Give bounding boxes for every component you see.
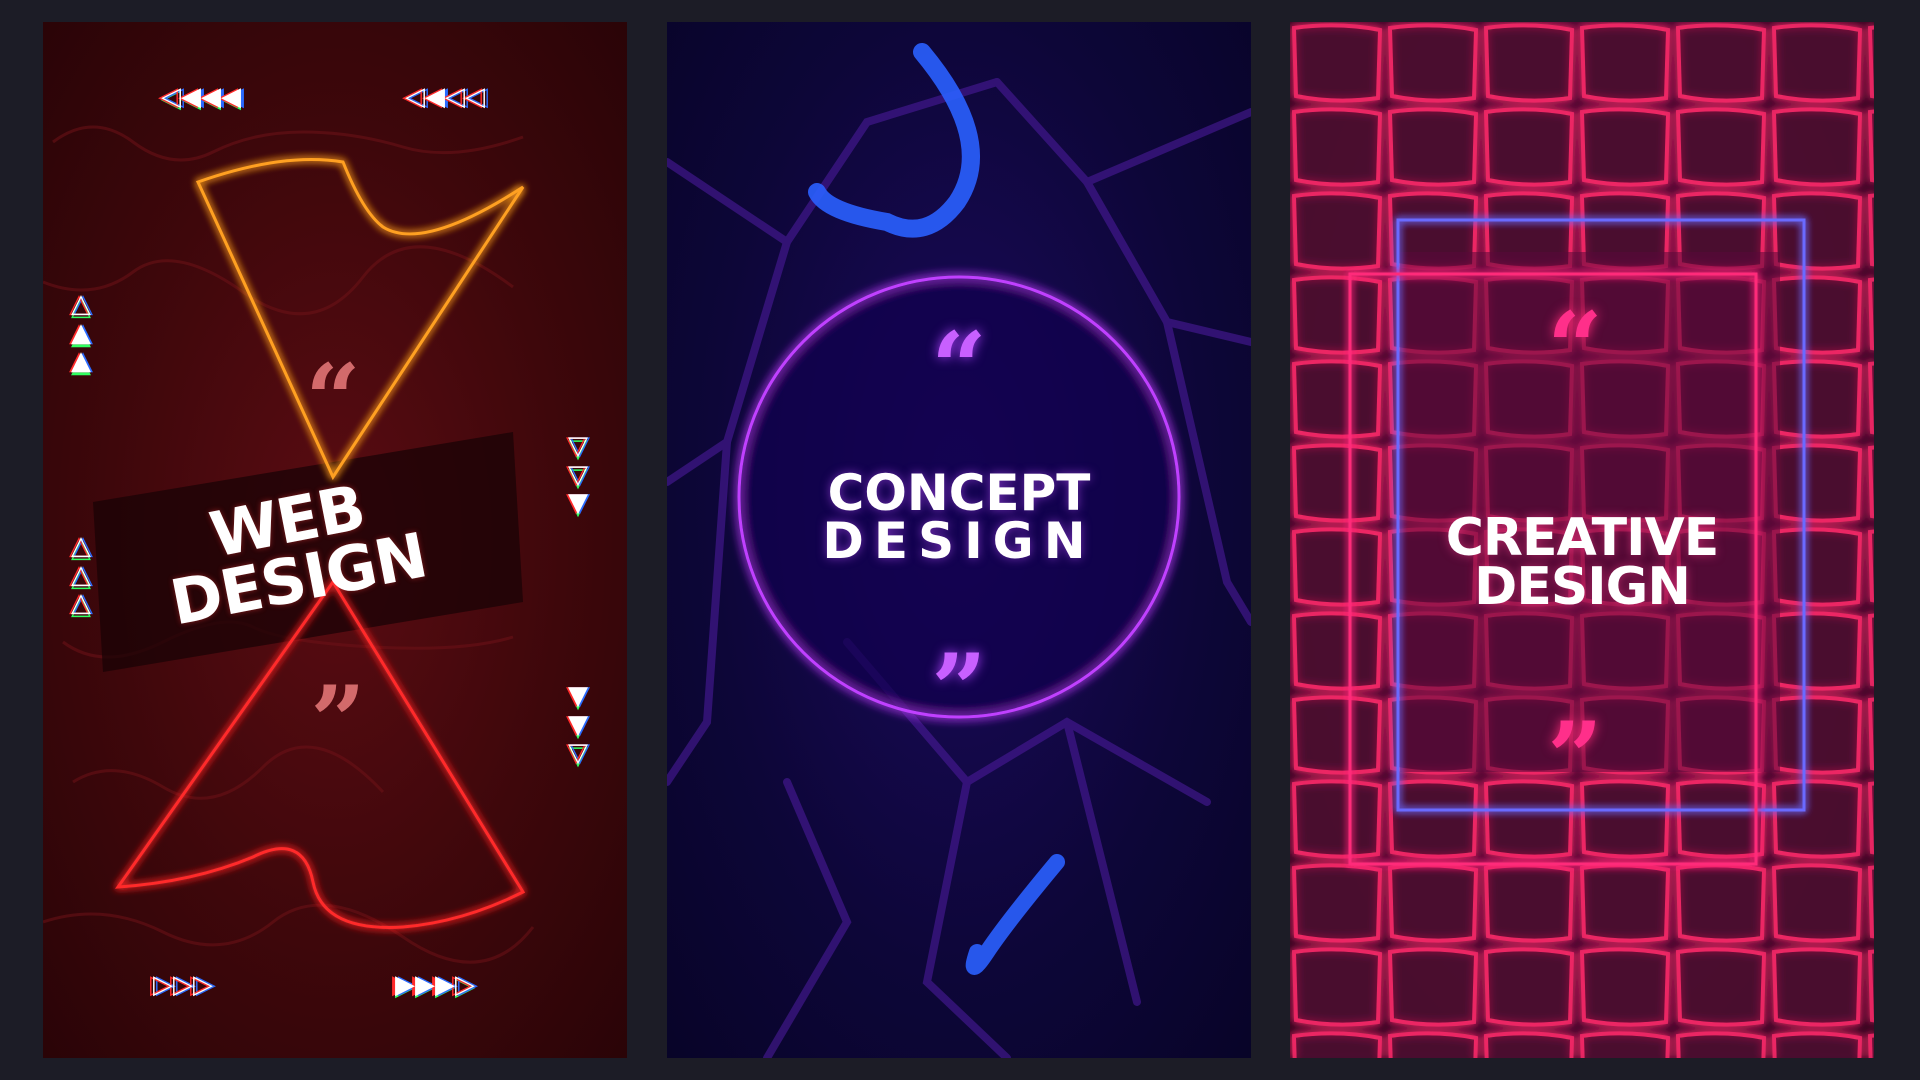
- blue-swoosh-top: [808, 43, 980, 238]
- triangle-up-icon: △ ▲ ▲: [71, 289, 91, 377]
- close-quote: ”: [310, 665, 366, 778]
- triangle-up-icon: △ △ △: [71, 531, 91, 619]
- forward-arrows-icon: ▶▶▶▷: [395, 970, 475, 1000]
- creative-design-panel: “ ” CREATIVE DESIGN: [1290, 22, 1874, 1058]
- blue-swoosh-bottom: [965, 854, 1065, 975]
- close-quote: ”: [1547, 701, 1603, 814]
- close-quote: ”: [931, 633, 987, 746]
- title-line-2: DESIGN: [1474, 557, 1691, 618]
- rewind-arrows-icon: ◁◀◀◀: [161, 82, 241, 112]
- title-line-1: CONCEPT: [827, 464, 1091, 522]
- creative-design-title: CREATIVE DESIGN: [1382, 508, 1782, 618]
- triangle-down-icon: ▽ ▽ ▼: [568, 431, 588, 519]
- stage: ◁◀◀◀ ◁◀◁◁ △ ▲ ▲ △ △ △ ▽ ▽ ▼ ▼ ▼ ▽ ▷▷▷ ▶▶▶▷ “ ” W…: [0, 0, 1920, 1080]
- rewind-arrows-icon: ◁◀◁◁: [405, 82, 485, 112]
- concept-design-title: CONCEPT DESIGN: [759, 464, 1159, 570]
- web-design-panel: ◁◀◀◀ ◁◀◁◁ △ ▲ ▲ △ △ △ ▽ ▽ ▼ ▼ ▼ ▽ ▷▷▷ ▶▶▶▷ “ ” W…: [43, 22, 627, 1058]
- open-quote: “: [931, 311, 987, 424]
- open-quote: “: [1547, 291, 1603, 404]
- title-line-2: DESIGN: [822, 511, 1096, 570]
- open-quote: “: [305, 343, 361, 456]
- title-line-1: CREATIVE: [1445, 508, 1720, 568]
- concept-design-panel: “ ” CONCEPT DESIGN: [667, 22, 1251, 1058]
- triangle-down-icon: ▼ ▼ ▽: [568, 681, 588, 769]
- forward-arrows-icon: ▷▷▷: [153, 970, 213, 1000]
